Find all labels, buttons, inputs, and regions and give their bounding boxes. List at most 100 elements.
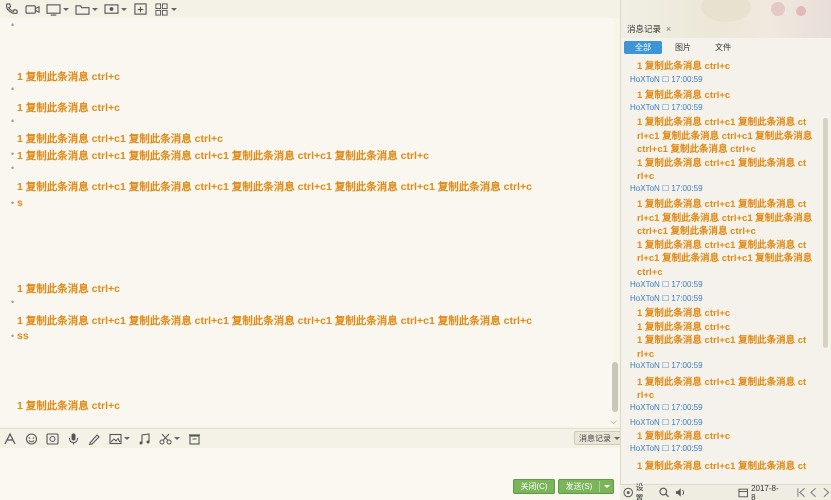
speaker-icon[interactable]	[675, 487, 685, 498]
first-page-icon[interactable]	[796, 487, 806, 498]
emoji-icon[interactable]	[25, 432, 38, 445]
history-sender-time: HoXToN ☐ 17:00:59	[630, 361, 703, 370]
font-icon[interactable]	[4, 432, 17, 445]
screen-share-icon	[46, 3, 61, 16]
message-marker: •	[11, 20, 15, 30]
panel-tabs: 全部 图片 文件	[624, 41, 742, 54]
history-message[interactable]: 1 复制此条消息 ctrl+c1 复制此条消息 ct	[637, 116, 806, 129]
screenshot-icon	[159, 433, 172, 444]
date-label: 2017-8-8	[751, 483, 779, 500]
chat-message[interactable]: 1 复制此条消息 ctrl+c	[17, 100, 120, 115]
history-sender-time: HoXToN ☐ 17:00:59	[630, 280, 703, 289]
settings-label: 设置	[635, 482, 644, 500]
next-page-icon[interactable]	[821, 487, 831, 498]
history-message[interactable]: 1 复制此条消息 ctrl+c1 复制此条消息 ct	[637, 239, 806, 252]
panel-footer: 设置 2017-8-8	[620, 482, 831, 500]
message-marker: •	[11, 149, 15, 159]
message-history-button[interactable]: 消息记录	[574, 431, 625, 445]
remote-desktop-button[interactable]	[104, 1, 127, 17]
history-message[interactable]: ctrl+c	[637, 266, 663, 279]
prev-page-icon[interactable]	[808, 487, 818, 498]
chevron-down-icon	[124, 437, 130, 440]
history-message[interactable]: 1 复制此条消息 ctrl+c	[637, 307, 730, 320]
chat-message[interactable]: 1 复制此条消息 ctrl+c1 复制此条消息 ctrl+c	[17, 131, 223, 146]
send-button-label: 发送(S)	[565, 482, 593, 491]
close-icon[interactable]: ×	[666, 24, 671, 34]
history-sender-time: HoXToN ☐ 17:00:59	[630, 75, 703, 84]
history-message[interactable]: 1 复制此条消息 ctrl+c1 复制此条消息 ct	[637, 460, 806, 473]
history-message[interactable]: ctrl+c1 复制此条消息 ctrl+c	[637, 143, 756, 156]
history-message[interactable]: 1 复制此条消息 ctrl+c1 复制此条消息 ct	[637, 198, 806, 211]
history-message[interactable]: rl+c	[637, 348, 654, 361]
history-sender-time: HoXToN ☐ 17:00:59	[630, 403, 703, 412]
decoration-shape	[701, 0, 751, 22]
history-message[interactable]: rl+c1 复制此条消息 ctrl+c1 复制此条消息	[637, 212, 812, 225]
handwriting-icon[interactable]	[88, 433, 101, 445]
chat-message-area[interactable]: • 1 复制此条消息 ctrl+c • 1 复制此条消息 ctrl+c • 1 …	[0, 18, 614, 426]
history-message[interactable]: 1 复制此条消息 ctrl+c	[637, 60, 730, 73]
chat-message[interactable]: 1 复制此条消息 ctrl+c1 复制此条消息 ctrl+c1 复制此条消息 c…	[17, 179, 532, 194]
video-call-button[interactable]	[25, 1, 40, 17]
history-message[interactable]: 1 复制此条消息 ctrl+c1 复制此条消息 ct	[637, 376, 806, 389]
chevron-down-icon	[603, 485, 610, 488]
screen-share-button[interactable]	[46, 1, 69, 17]
chevron-down-icon	[174, 437, 180, 440]
message-history-panel: 消息记录 × 全部 图片 文件 1 复制此条消息 ctrl+c HoXToN ☐ …	[620, 0, 831, 500]
message-marker: •	[11, 116, 15, 126]
history-message[interactable]: 1 复制此条消息 ctrl+c1 复制此条消息 ct	[637, 157, 806, 170]
history-sender-time: HoXToN ☐ 17:00:59	[630, 294, 703, 303]
message-marker: •	[11, 163, 15, 173]
message-marker: •	[11, 297, 15, 307]
history-message[interactable]: ctrl+c1 复制此条消息 ctrl+c	[637, 225, 756, 238]
close-button[interactable]: 关闭(C)	[513, 479, 555, 494]
remote-desktop-icon	[104, 3, 119, 14]
music-icon[interactable]	[138, 432, 151, 445]
send-options-dropdown[interactable]	[600, 485, 613, 488]
chat-message[interactable]: 1 复制此条消息 ctrl+c	[17, 281, 120, 296]
history-scrollbar[interactable]	[823, 118, 828, 348]
image-button[interactable]	[109, 431, 130, 447]
add-window-button[interactable]	[133, 1, 148, 17]
chevron-down-icon	[121, 7, 127, 11]
history-message[interactable]: rl+c	[637, 389, 654, 402]
history-message[interactable]: rl+c	[637, 170, 654, 183]
chat-message[interactable]: 1 复制此条消息 ctrl+c1 复制此条消息 ctrl+c1 复制此条消息 c…	[17, 148, 429, 163]
chat-message[interactable]: 1 复制此条消息 ctrl+c1 复制此条消息 ctrl+c1 复制此条消息 c…	[17, 313, 532, 328]
history-sender-time: HoXToN ☐ 17:00:59	[630, 184, 703, 193]
history-clear-icon[interactable]	[188, 433, 201, 445]
calendar-icon[interactable]	[738, 487, 748, 498]
scroll-down-icon[interactable]: ⌵	[610, 416, 617, 427]
message-history-label: 消息记录	[579, 433, 611, 443]
history-message[interactable]: 1 复制此条消息 ctrl+c	[637, 430, 730, 443]
chat-scrollbar[interactable]	[612, 362, 618, 412]
history-message[interactable]: 1 复制此条消息 ctrl+c1 复制此条消息 ct	[637, 334, 806, 347]
history-message[interactable]: 1 复制此条消息 ctrl+c	[637, 321, 730, 334]
tab-files[interactable]: 文件	[704, 41, 742, 54]
apps-button[interactable]	[154, 1, 177, 17]
send-button[interactable]: 发送(S)	[558, 479, 614, 494]
chat-message[interactable]: 1 复制此条消息 ctrl+c	[17, 398, 120, 413]
gif-icon[interactable]	[46, 432, 59, 445]
chevron-down-icon	[171, 7, 177, 11]
history-message[interactable]: rl+c1 复制此条消息 ctrl+c1 复制此条消息	[637, 252, 812, 265]
tab-images[interactable]: 图片	[664, 41, 702, 54]
chat-message[interactable]: ss	[17, 330, 29, 342]
add-window-icon	[134, 2, 147, 15]
video-icon	[25, 4, 40, 14]
history-message[interactable]: rl+c1 复制此条消息 ctrl+c1 复制此条消息	[637, 130, 812, 143]
send-file-button[interactable]	[75, 1, 98, 17]
settings-button[interactable]: 设置	[623, 482, 651, 500]
tab-all[interactable]: 全部	[624, 41, 662, 54]
screenshot-button[interactable]	[159, 431, 180, 447]
message-marker: •	[11, 331, 15, 341]
edit-toolbar	[0, 428, 620, 448]
folder-icon	[75, 4, 90, 15]
chat-message[interactable]: s	[17, 197, 23, 209]
history-list[interactable]: 1 复制此条消息 ctrl+c HoXToN ☐ 17:00:59 1 复制此条消息…	[621, 58, 826, 482]
voice-call-button[interactable]	[4, 1, 19, 17]
decoration-shape	[771, 2, 785, 16]
history-message[interactable]: 1 复制此条消息 ctrl+c	[637, 89, 730, 102]
voice-icon[interactable]	[67, 433, 80, 445]
search-icon[interactable]	[659, 487, 669, 498]
chat-message[interactable]: 1 复制此条消息 ctrl+c	[17, 69, 120, 84]
